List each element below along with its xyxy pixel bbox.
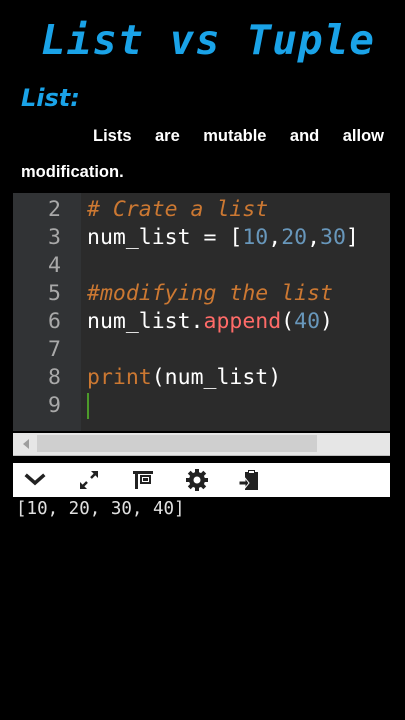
line-number: 9: [48, 393, 61, 418]
chevron-down-icon[interactable]: [23, 468, 47, 492]
horizontal-scrollbar[interactable]: [13, 433, 390, 456]
code-token: 30: [320, 225, 346, 250]
line-number: 4: [48, 253, 61, 278]
code-line[interactable]: 2 # Crate a list: [13, 196, 390, 224]
output-toolbar: [13, 463, 390, 497]
code-token: #modifying the list: [87, 281, 333, 306]
code-token: append: [203, 309, 282, 334]
description-word: Lists: [93, 127, 132, 145]
code-editor[interactable]: 2 # Crate a list 3 num_list = [10,20,30] 4 5 #…: [13, 193, 390, 431]
code-line[interactable]: 7: [13, 336, 390, 364]
code-text: #modifying the list: [87, 280, 333, 308]
code-token: # Crate a list: [87, 197, 269, 222]
code-token: ]: [345, 225, 359, 250]
code-token: (: [281, 309, 295, 334]
code-line[interactable]: 8 print(num_list): [13, 364, 390, 392]
code-text: print(num_list): [87, 364, 281, 392]
code-line[interactable]: 6 num_list.append(40): [13, 308, 390, 336]
description-word: are: [154, 127, 180, 145]
description-word: allow: [342, 127, 384, 145]
description-word: and: [289, 127, 320, 145]
expand-icon[interactable]: [77, 468, 101, 492]
description-word: mutable: [203, 127, 267, 145]
code-text: # Crate a list: [87, 196, 268, 224]
line-number: 2: [48, 197, 61, 222]
layout-icon[interactable]: [131, 468, 155, 492]
code-line[interactable]: 3 num_list = [10,20,30]: [13, 224, 390, 252]
line-number: 8: [48, 365, 61, 390]
code-line[interactable]: 5 #modifying the list: [13, 280, 390, 308]
code-line[interactable]: 4: [13, 252, 390, 280]
code-token: print: [87, 365, 152, 390]
code-token: num_list.: [87, 309, 204, 334]
gear-icon[interactable]: [185, 468, 209, 492]
console-output: [10, 20, 30, 40]: [16, 499, 185, 519]
line-number: 5: [48, 281, 61, 306]
code-token: ,: [268, 225, 282, 250]
code-token: ,: [307, 225, 321, 250]
line-number: 6: [48, 309, 61, 334]
code-token: 10: [242, 225, 269, 250]
page-title: List vs Tuple: [41, 16, 375, 64]
section-heading: List:: [21, 84, 80, 112]
code-text: num_list.append(40): [87, 308, 333, 336]
line-number: 7: [48, 337, 61, 362]
code-line[interactable]: 9: [13, 392, 390, 420]
line-number: 3: [48, 225, 61, 250]
text-cursor: [87, 393, 89, 419]
code-token: 20: [281, 225, 308, 250]
code-text: num_list = [10,20,30]: [87, 224, 359, 252]
description-line-1: Lists are mutable and allow: [93, 127, 384, 146]
code-token: ): [320, 309, 333, 334]
code-token: (num_list): [151, 365, 282, 390]
code-token: num_list = [: [87, 225, 243, 250]
clipboard-icon[interactable]: [237, 468, 261, 492]
scroll-left-icon[interactable]: [23, 439, 29, 449]
code-token: 40: [294, 309, 321, 334]
description-line-2: modification.: [21, 163, 124, 181]
scroll-thumb[interactable]: [37, 435, 317, 452]
